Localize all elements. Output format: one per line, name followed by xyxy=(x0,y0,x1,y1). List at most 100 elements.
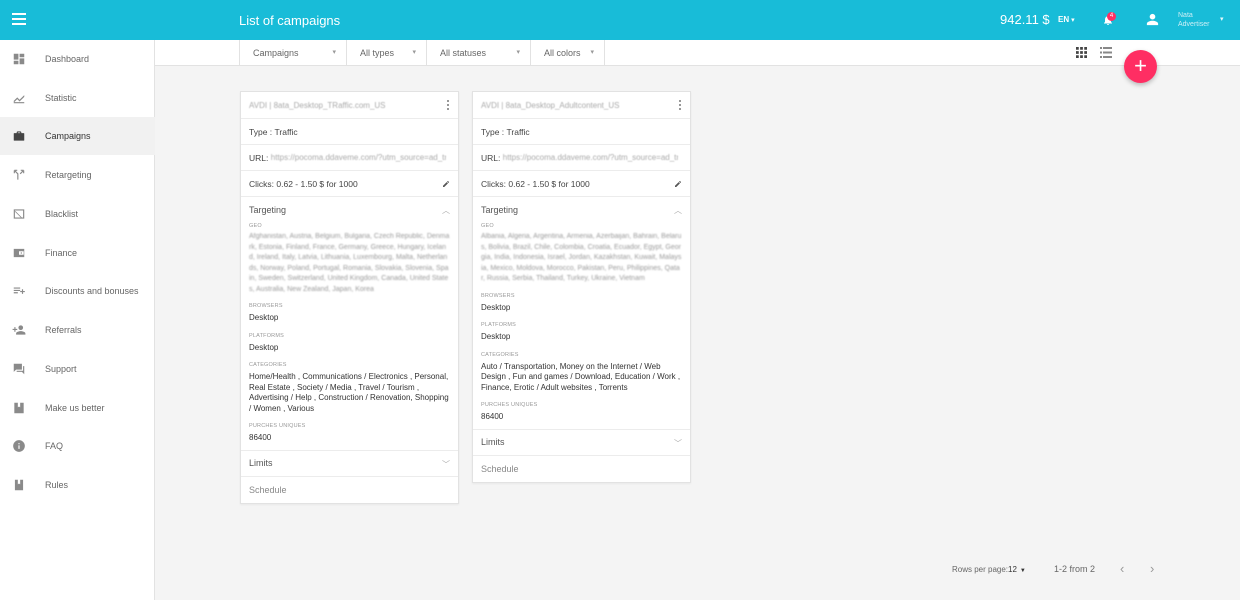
edit-icon[interactable] xyxy=(442,180,450,188)
types-filter-label: All types xyxy=(360,48,395,58)
chevron-down-icon: ▾ xyxy=(590,49,594,56)
sidebar-item-label: Referrals xyxy=(45,325,82,335)
sidebar-item-label: Discounts and bonuses xyxy=(45,286,139,296)
schedule-toggle[interactable]: Schedule xyxy=(473,456,690,482)
top-bar: List of campaigns 942.11 $ EN ▾ 4 Nata Ad… xyxy=(0,0,1240,40)
type-value: Traffic xyxy=(274,126,298,137)
url-value[interactable]: https://pocoma.ddaveme.com/?utm_source=a… xyxy=(271,153,446,162)
uniques-label: PURCHES UNIQUES xyxy=(249,423,306,429)
sidebar-item-label: Make us better xyxy=(45,403,105,413)
sidebar-item-make-us-better[interactable]: Make us better xyxy=(0,389,155,427)
schedule-label: Schedule xyxy=(249,484,287,495)
grid-view-icon[interactable] xyxy=(1076,47,1087,58)
menu-icon[interactable] xyxy=(12,13,26,25)
targeting-body: GEO Afghanistan, Austria, Belgium, Bulga… xyxy=(241,223,458,451)
retargeting-icon xyxy=(12,168,26,182)
clicks-row: Clicks: 0.62 - 1.50 $ for 1000 xyxy=(473,171,690,197)
card-header: AVDI | 8ata_Desktop_TRaffic.com_US xyxy=(241,92,458,119)
clicks-label: Clicks: xyxy=(249,178,275,189)
targeting-toggle[interactable]: Targeting ︿ xyxy=(241,197,458,223)
platforms-label: PLATFORMS xyxy=(481,322,517,328)
campaign-title[interactable]: AVDI | 8ata_Desktop_Adultcontent_US xyxy=(481,101,631,110)
user-name[interactable]: Nata Advertiser xyxy=(1178,11,1210,29)
schedule-toggle[interactable]: Schedule xyxy=(241,477,458,503)
balance: 942.11 $ xyxy=(1000,12,1050,27)
type-label: Type : xyxy=(249,126,273,137)
sidebar-item-retargeting[interactable]: Retargeting xyxy=(0,156,155,194)
sidebar-item-referrals[interactable]: Referrals xyxy=(0,311,155,349)
more-vert-icon[interactable] xyxy=(447,100,450,111)
chevron-left-icon[interactable]: ‹ xyxy=(1120,561,1124,576)
limits-toggle[interactable]: Limits ﹀ xyxy=(473,430,690,456)
rows-per-page-label: Rows per page: xyxy=(952,565,1009,574)
edit-icon[interactable] xyxy=(674,180,682,188)
platforms-value: Desktop xyxy=(481,332,511,341)
colors-filter[interactable]: All colors ▾ xyxy=(530,40,605,66)
sidebar-item-label: Dashboard xyxy=(45,54,90,64)
sidebar-item-blacklist[interactable]: Blacklist xyxy=(0,195,155,233)
sidebar-item-discounts[interactable]: Discounts and bonuses xyxy=(0,272,155,310)
playlist-add-icon xyxy=(12,284,26,298)
sidebar-item-finance[interactable]: Finance xyxy=(0,234,155,272)
clicks-value: 0.62 - 1.50 $ for 1000 xyxy=(276,178,358,189)
statuses-filter[interactable]: All statuses ▾ xyxy=(426,40,530,66)
limits-label: Limits xyxy=(481,437,505,447)
sidebar-item-campaigns[interactable]: Campaigns xyxy=(0,117,155,155)
person-add-icon xyxy=(12,323,26,337)
platforms-label: PLATFORMS xyxy=(249,332,285,339)
type-row: Type : Traffic xyxy=(241,119,458,145)
url-row: URL: https://pocoma.ddaveme.com/?utm_sou… xyxy=(241,145,458,171)
limits-toggle[interactable]: Limits ﹀ xyxy=(241,451,458,477)
sidebar-item-label: Blacklist xyxy=(45,209,79,219)
campaign-card: AVDI | 8ata_Desktop_TRaffic.com_US Type … xyxy=(240,91,459,504)
url-value[interactable]: https://pocoma.ddaveme.com/?utm_source=a… xyxy=(503,153,678,162)
sidebar-item-support[interactable]: Support xyxy=(0,350,155,388)
rows-per-page-select[interactable]: 12 ▼ xyxy=(1008,565,1026,574)
types-filter[interactable]: All types ▾ xyxy=(346,40,426,66)
language-select[interactable]: EN ▾ xyxy=(1058,15,1075,24)
sidebar: Dashboard Statistic Campaigns Retargetin… xyxy=(0,40,155,600)
sidebar-item-label: FAQ xyxy=(45,441,64,451)
browsers-label: BROWSERS xyxy=(481,292,515,299)
campaign-card: AVDI | 8ata_Desktop_Adultcontent_US Type… xyxy=(472,91,691,483)
uniques-label: PURCHES UNIQUES xyxy=(481,402,538,408)
add-campaign-button[interactable]: + xyxy=(1124,50,1157,83)
pagination-range: 1-2 from 2 xyxy=(1054,564,1096,574)
chevron-right-icon[interactable]: › xyxy=(1150,561,1154,576)
targeting-toggle[interactable]: Targeting ︿ xyxy=(473,197,690,223)
user-icon[interactable] xyxy=(1145,12,1160,27)
type-row: Type : Traffic xyxy=(473,119,690,145)
wallet-icon xyxy=(12,246,26,260)
targeting-label: Targeting xyxy=(481,205,519,215)
sidebar-item-label: Retargeting xyxy=(45,170,92,180)
notification-badge: 4 xyxy=(1107,12,1116,21)
campaigns-filter[interactable]: Campaigns ▾ xyxy=(239,40,346,66)
sidebar-item-label: Support xyxy=(45,364,77,374)
platforms-value: Desktop xyxy=(249,342,279,352)
geo-label: GEO xyxy=(481,223,494,229)
categories-label: CATEGORIES xyxy=(249,362,287,368)
sidebar-item-label: Campaigns xyxy=(45,131,91,141)
sidebar-item-statistic[interactable]: Statistic xyxy=(0,79,155,117)
chat-icon xyxy=(12,362,26,376)
chevron-down-icon: ﹀ xyxy=(674,438,682,448)
briefcase-icon xyxy=(12,129,26,143)
geo-value: Albania, Algeria, Argentina, Armenia, Az… xyxy=(481,233,682,282)
clicks-row: Clicks: 0.62 - 1.50 $ for 1000 xyxy=(241,171,458,197)
sidebar-item-label: Statistic xyxy=(45,93,77,103)
sidebar-item-dashboard[interactable]: Dashboard xyxy=(0,40,155,78)
chevron-down-icon: ﹀ xyxy=(442,459,450,469)
user-menu-chevron-icon[interactable]: ▾ xyxy=(1220,15,1224,23)
statuses-filter-label: All statuses xyxy=(440,48,487,58)
more-vert-icon[interactable] xyxy=(679,100,682,111)
browsers-value: Desktop xyxy=(481,302,511,312)
rows-per-page-value: 12 xyxy=(1008,565,1017,574)
chevron-up-icon: ︿ xyxy=(442,206,450,215)
categories-value: Auto / Transportation, Money on the Inte… xyxy=(481,361,681,392)
list-view-icon[interactable] xyxy=(1100,47,1112,58)
sidebar-item-faq[interactable]: FAQ xyxy=(0,427,155,465)
uniques-value: 86400 xyxy=(249,433,272,442)
campaign-title[interactable]: AVDI | 8ata_Desktop_TRaffic.com_US xyxy=(249,101,424,110)
dashboard-icon xyxy=(12,52,26,66)
sidebar-item-rules[interactable]: Rules xyxy=(0,466,155,504)
